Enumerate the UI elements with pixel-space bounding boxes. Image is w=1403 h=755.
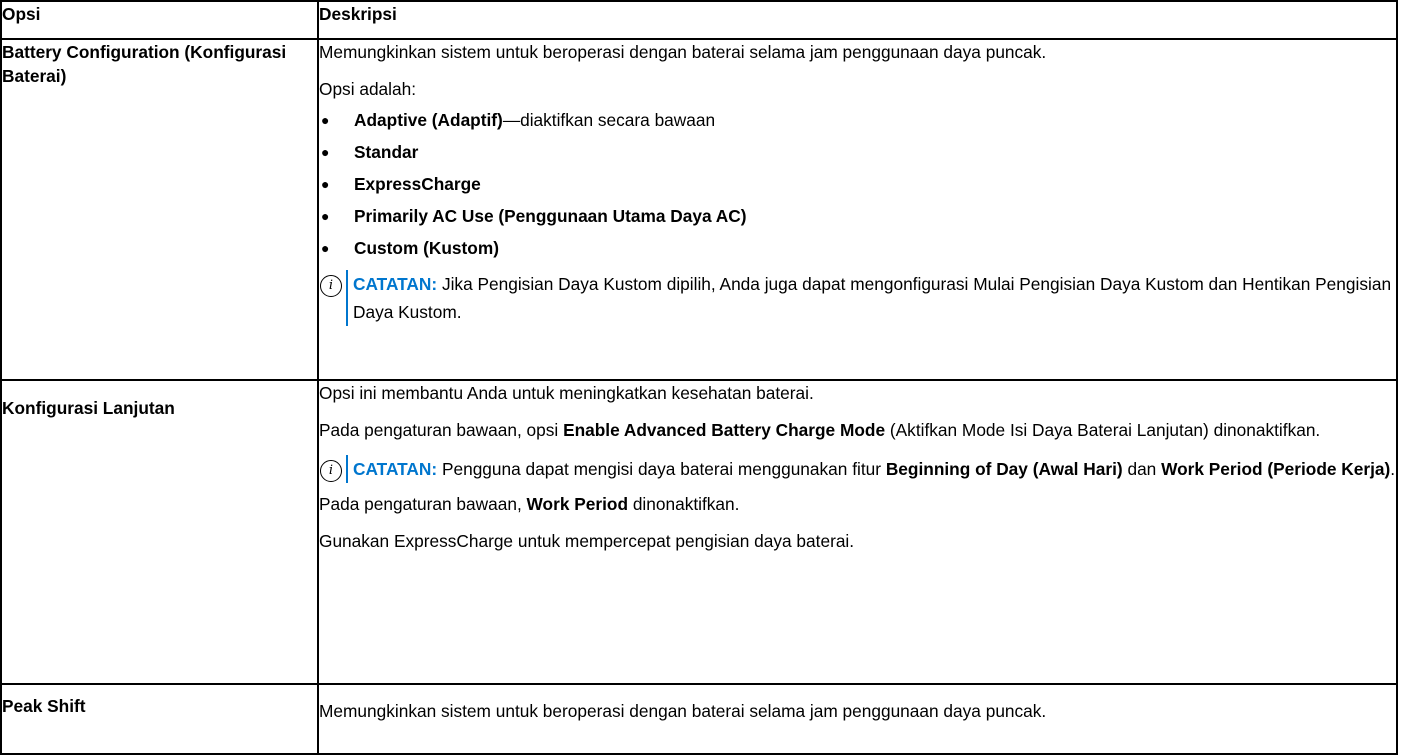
options-label: Opsi adalah:	[319, 79, 417, 99]
option-name: Konfigurasi Lanjutan	[0, 379, 319, 685]
work-period-text: Pada pengaturan bawaan, Work Period dino…	[319, 492, 1396, 516]
options-table: Opsi Deskripsi Battery Configuration (Ko…	[0, 0, 1398, 755]
table-row: Konfigurasi Lanjutan Opsi ini membantu A…	[0, 379, 1398, 685]
option-value-name: ExpressCharge	[354, 174, 481, 194]
option-value-suffix: —diaktifkan secara bawaan	[502, 110, 716, 130]
info-icon: i	[320, 460, 342, 482]
text-segment: Pada pengaturan bawaan,	[319, 494, 527, 514]
table-row: Battery Configuration (Konfigurasi Bater…	[0, 38, 1398, 381]
note-body: CATATAN: Jika Pengisian Daya Kustom dipi…	[346, 270, 1396, 326]
bullet-icon: ●	[321, 144, 330, 160]
bullet-icon: ●	[321, 176, 330, 192]
option-value-name: Primarily AC Use (Penggunaan Utama Daya …	[354, 206, 747, 226]
bullet-icon: ●	[321, 240, 330, 256]
option-description: Opsi ini membantu Anda untuk meningkatka…	[317, 379, 1398, 685]
option-description: Memungkinkan sistem untuk beroperasi den…	[317, 38, 1398, 381]
note-callout: i CATATAN: Pengguna dapat mengisi daya b…	[319, 455, 1396, 483]
table-row: Peak Shift Memungkinkan sistem untuk ber…	[0, 683, 1398, 755]
note-label: CATATAN:	[353, 274, 438, 294]
text-segment: dinonaktifkan.	[628, 494, 740, 514]
option-description: Memungkinkan sistem untuk beroperasi den…	[317, 683, 1398, 755]
note-text: Jika Pengisian Daya Kustom dipilih, Anda…	[353, 274, 1392, 322]
options-list: ● Adaptive (Adaptif)—diaktifkan secara b…	[319, 108, 1396, 260]
bullet-icon: ●	[321, 208, 330, 224]
option-value-name: Adaptive (Adaptif)	[354, 110, 503, 130]
header-option: Opsi	[0, 0, 319, 40]
description-text: Memungkinkan sistem untuk beroperasi den…	[319, 701, 1047, 721]
bullet-icon: ●	[321, 112, 330, 128]
option-value-name: Custom (Kustom)	[354, 238, 499, 258]
list-item: ● ExpressCharge	[319, 172, 1396, 196]
description-text: Memungkinkan sistem untuk beroperasi den…	[319, 42, 1047, 62]
express-charge-text: Gunakan ExpressCharge untuk mempercepat …	[319, 531, 855, 551]
note-body: CATATAN: Pengguna dapat mengisi daya bat…	[346, 455, 1395, 483]
note-callout: i CATATAN: Jika Pengisian Daya Kustom di…	[319, 270, 1396, 326]
note-label: CATATAN:	[353, 459, 438, 479]
feature-name: Beginning of Day (Awal Hari)	[885, 459, 1123, 479]
description-text: Opsi ini membantu Anda untuk meningkatka…	[319, 383, 814, 403]
option-value-name: Standar	[354, 142, 419, 162]
text-segment: (Aktifkan Mode Isi Daya Baterai Lanjutan…	[885, 420, 1321, 440]
option-name: Peak Shift	[0, 683, 319, 755]
header-description: Deskripsi	[317, 0, 1398, 40]
list-item: ● Custom (Kustom)	[319, 236, 1396, 260]
info-icon: i	[320, 275, 342, 297]
list-item: ● Standar	[319, 140, 1396, 164]
option-name: Battery Configuration (Konfigurasi Bater…	[0, 38, 319, 381]
text-segment: Pengguna dapat mengisi daya baterai meng…	[437, 459, 886, 479]
setting-name: Work Period	[526, 494, 629, 514]
list-item: ● Adaptive (Adaptif)—diaktifkan secara b…	[319, 108, 1396, 132]
table-header-row: Opsi Deskripsi	[0, 0, 1398, 40]
setting-name: Enable Advanced Battery Charge Mode	[563, 420, 886, 440]
text-segment: Pada pengaturan bawaan, opsi	[319, 420, 564, 440]
default-state-text: Pada pengaturan bawaan, opsi Enable Adva…	[319, 418, 1396, 442]
text-segment: .	[1390, 459, 1396, 479]
feature-name: Work Period (Periode Kerja)	[1161, 459, 1391, 479]
text-segment: dan	[1122, 459, 1162, 479]
list-item: ● Primarily AC Use (Penggunaan Utama Day…	[319, 204, 1396, 228]
